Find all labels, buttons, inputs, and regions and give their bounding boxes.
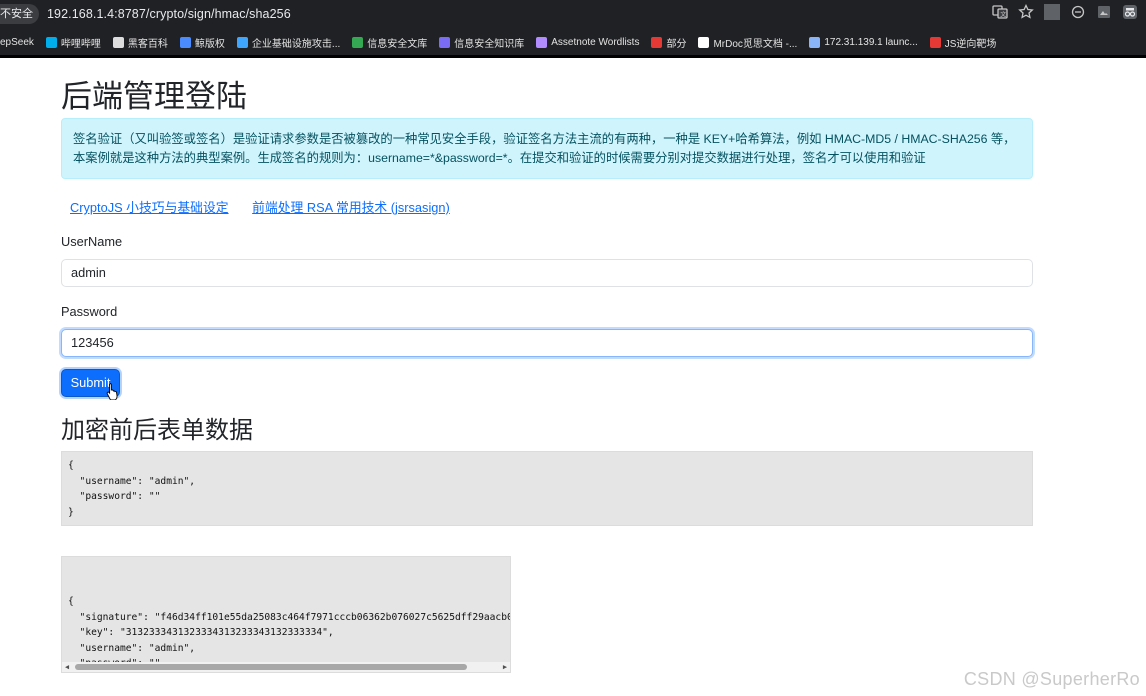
bookmark-item[interactable]: 企业基础设施攻击... bbox=[236, 35, 341, 50]
security-indicator[interactable]: 不安全 bbox=[0, 4, 39, 24]
link-cryptojs-tips[interactable]: CryptoJS 小技巧与基础设定 bbox=[70, 200, 229, 215]
bookmark-favicon-icon bbox=[179, 36, 191, 48]
section-title: 加密前后表单数据 bbox=[61, 417, 253, 444]
incognito-icon[interactable] bbox=[1122, 4, 1138, 20]
address-bar-actions: 文 bbox=[992, 3, 1138, 20]
bookmark-item[interactable]: 信息安全文库 bbox=[352, 35, 427, 50]
password-label: Password bbox=[61, 304, 118, 319]
bookmark-item[interactable]: 黑客百科 bbox=[112, 35, 168, 50]
bookmark-label: epSeek bbox=[0, 36, 34, 48]
browser-chrome: 不安全 192.168.1.4:8787/crypto/sign/hmac/sh… bbox=[0, 0, 1146, 58]
password-input[interactable]: 123456 bbox=[61, 329, 1033, 357]
bookmark-favicon-icon bbox=[439, 36, 451, 48]
bookmark-item[interactable]: 172.31.139.1 launc... bbox=[809, 36, 918, 48]
scrollbar-thumb[interactable] bbox=[75, 664, 467, 670]
bookmarks-bar: epSeek 哔哩哔哩 黑客百科 鲸版权 企业基础设施攻击... 信息安全文库 信息安全知识… bbox=[0, 30, 1146, 54]
bookmark-item[interactable]: 哔哩哔哩 bbox=[45, 35, 101, 50]
form-data-after: { "signature": "f46d34ff101e55da25083c46… bbox=[61, 556, 511, 673]
bookmark-label: JS逆向靶场 bbox=[944, 38, 997, 50]
link-rsa-jsrsasign[interactable]: 前端处理 RSA 常用技术 (jsrsasign) bbox=[252, 200, 450, 215]
horizontal-scrollbar[interactable]: ◀ ▶ bbox=[62, 662, 510, 672]
bookmark-label: 部分 bbox=[666, 38, 687, 50]
address-bar[interactable]: 不安全 192.168.1.4:8787/crypto/sign/hmac/sh… bbox=[0, 0, 1146, 28]
bookmark-favicon-icon bbox=[112, 36, 124, 48]
submit-button-label: Submit bbox=[70, 375, 111, 390]
bookmark-label: 信息安全文库 bbox=[367, 38, 428, 50]
scroll-left-icon[interactable]: ◀ bbox=[62, 662, 72, 672]
extension-square-icon[interactable] bbox=[1096, 4, 1112, 20]
toolbar-divider bbox=[1044, 4, 1060, 20]
bookmark-favicon-icon bbox=[929, 36, 941, 48]
bookmark-item[interactable]: 信息安全知识库 bbox=[439, 35, 524, 50]
url-text[interactable]: 192.168.1.4:8787/crypto/sign/hmac/sha256 bbox=[47, 7, 291, 21]
page-content: 后端管理登陆 签名验证（又叫验签或签名）是验证请求参数是否被篡改的一种常见安全手… bbox=[61, 58, 1033, 673]
related-links: CryptoJS 小技巧与基础设定 前端处理 RSA 常用技术 (jsrsasi… bbox=[61, 197, 1033, 217]
extension-circle-icon[interactable] bbox=[1070, 4, 1086, 20]
bookmark-label: 鲸版权 bbox=[194, 38, 225, 50]
bookmark-label: 哔哩哔哩 bbox=[60, 38, 101, 50]
bookmark-item[interactable]: Assetnote Wordlists bbox=[536, 36, 640, 48]
bookmark-favicon-icon bbox=[651, 36, 663, 48]
bookmark-item[interactable]: 部分 bbox=[651, 35, 686, 50]
translate-icon[interactable]: 文 bbox=[992, 4, 1008, 20]
bookmark-label: 黑客百科 bbox=[127, 38, 168, 50]
bookmark-item[interactable]: epSeek bbox=[0, 37, 34, 48]
hand-cursor-icon bbox=[106, 383, 118, 400]
bookmark-favicon-icon bbox=[698, 36, 710, 48]
info-alert: 签名验证（又叫验签或签名）是验证请求参数是否被篡改的一种常见安全手段，验证签名方… bbox=[61, 118, 1033, 179]
username-label: UserName bbox=[61, 234, 123, 249]
watermark: CSDN @SuperherRo bbox=[963, 669, 1140, 689]
bookmark-label: 172.31.139.1 launc... bbox=[824, 36, 918, 48]
bookmark-favicon-icon bbox=[809, 36, 821, 48]
bookmark-item[interactable]: MrDoc觅思文档 -... bbox=[698, 35, 797, 50]
page-title: 后端管理登陆 bbox=[61, 79, 247, 114]
bookmark-favicon-icon bbox=[352, 36, 364, 48]
username-input[interactable]: admin bbox=[61, 259, 1033, 287]
svg-text:文: 文 bbox=[1000, 11, 1006, 19]
bookmark-favicon-icon bbox=[536, 36, 548, 48]
bookmark-label: MrDoc觅思文档 -... bbox=[713, 38, 798, 50]
bookmark-favicon-icon bbox=[45, 36, 57, 48]
bookmark-favicon-icon bbox=[236, 36, 248, 48]
bookmark-item[interactable]: JS逆向靶场 bbox=[929, 35, 997, 50]
bookmark-star-icon[interactable] bbox=[1018, 3, 1034, 20]
bookmark-label: Assetnote Wordlists bbox=[551, 36, 640, 48]
bookmark-label: 企业基础设施攻击... bbox=[251, 38, 341, 50]
bookmark-label: 信息安全知识库 bbox=[454, 38, 525, 50]
bookmark-item[interactable]: 鲸版权 bbox=[179, 35, 225, 50]
form-data-before: { "username": "admin", "password": "" } bbox=[61, 451, 1033, 526]
scroll-right-icon[interactable]: ▶ bbox=[500, 662, 510, 672]
submit-button[interactable]: Submit bbox=[61, 369, 120, 400]
